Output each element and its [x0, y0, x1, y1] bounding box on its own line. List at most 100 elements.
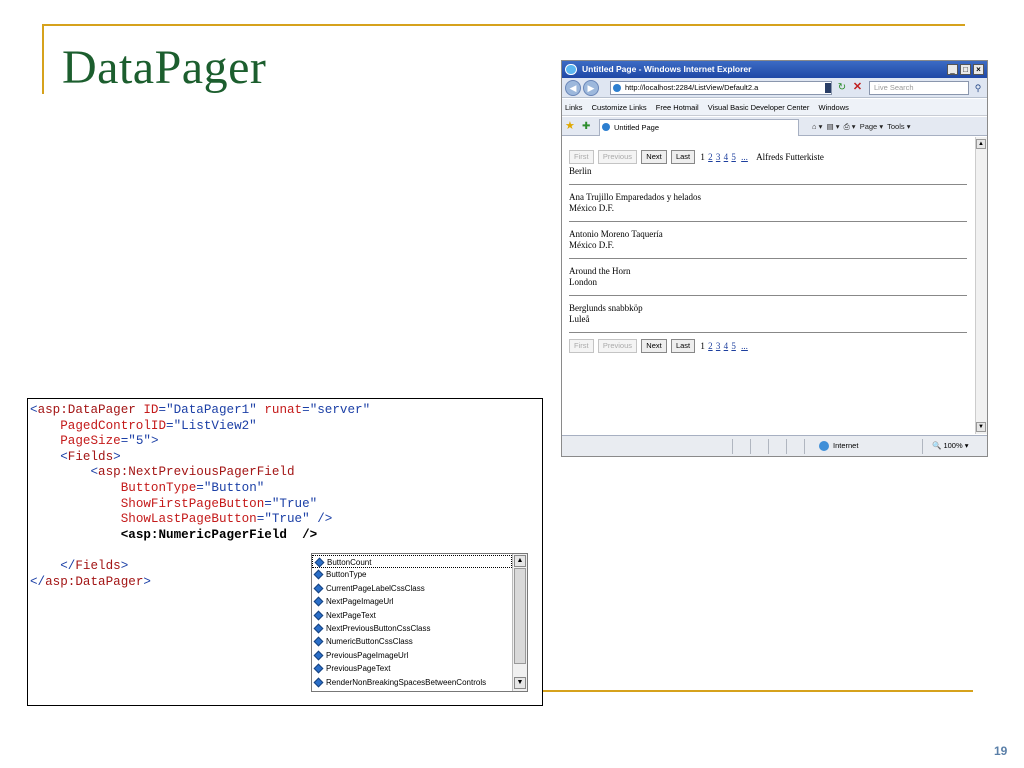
record-city: Berlin	[569, 166, 592, 176]
tab-untitled-page[interactable]: Untitled Page	[599, 119, 799, 136]
links-label: Links	[565, 103, 583, 112]
page-link[interactable]: 2	[708, 152, 713, 162]
address-input[interactable]: http://localhost:2284/ListView/Default2.…	[610, 81, 832, 95]
completion-item[interactable]: NextPageText	[312, 609, 512, 622]
feeds-icon[interactable]: ▤ ▾	[827, 122, 840, 131]
code-line: <asp:DataPager ID="DataPager1" runat="se…	[30, 403, 371, 417]
last-button[interactable]: Last	[670, 150, 696, 164]
stop-icon[interactable]: ✕	[851, 81, 864, 94]
completion-item[interactable]: CurrentPageLabelCssClass	[312, 582, 512, 595]
completion-item[interactable]: NextPageImageUrl	[312, 595, 512, 608]
code-line: <asp:NextPreviousPagerField	[90, 465, 295, 480]
completion-item[interactable]: PreviousPageText	[312, 662, 512, 675]
page-link[interactable]: 2	[708, 341, 713, 351]
property-icon	[313, 569, 324, 580]
back-button[interactable]: ◀	[565, 80, 581, 96]
tools-menu[interactable]: Tools ▾	[887, 122, 910, 131]
link-hotmail[interactable]: Free Hotmail	[656, 103, 699, 112]
scroll-up-icon[interactable]: ▲	[514, 555, 526, 567]
record-separator	[569, 258, 967, 259]
scroll-thumb[interactable]	[514, 568, 526, 664]
record-separator	[569, 332, 967, 333]
search-input[interactable]: Live Search	[869, 81, 969, 95]
link-customize[interactable]: Customize Links	[592, 103, 647, 112]
code-line: <Fields>	[60, 449, 121, 464]
completion-item[interactable]: ButtonType	[312, 568, 512, 581]
record-name: Antonio Moreno Taquería	[569, 229, 663, 239]
top-pager: First Previous Next Last 1 2 3 4 5 ... A…	[569, 150, 824, 164]
page-content: First Previous Next Last 1 2 3 4 5 ... A…	[562, 137, 975, 434]
record-separator	[569, 295, 967, 296]
tab-page-icon	[602, 123, 610, 131]
address-bar-row: ◀ ▶ http://localhost:2284/ListView/Defau…	[562, 78, 987, 98]
page-link[interactable]: 3	[716, 341, 721, 351]
scroll-down-icon[interactable]: ▼	[514, 677, 526, 689]
forward-button[interactable]: ▶	[583, 80, 599, 96]
tab-label: Untitled Page	[614, 123, 660, 132]
page-icon	[613, 84, 621, 92]
first-button[interactable]: First	[569, 150, 594, 164]
property-icon	[314, 557, 325, 568]
search-icon[interactable]: ⚲	[971, 81, 985, 95]
previous-button[interactable]: Previous	[597, 339, 638, 353]
browser-window-title: Untitled Page - Windows Internet Explore…	[582, 64, 752, 74]
page-menu[interactable]: Page ▾	[860, 122, 883, 131]
page-link[interactable]: 4	[724, 152, 729, 162]
link-windows[interactable]: Windows	[818, 103, 848, 112]
slide-number: 19	[994, 744, 1008, 758]
code-line: ShowFirstPageButton="True"	[120, 496, 318, 511]
last-button[interactable]: Last	[670, 339, 696, 353]
next-button[interactable]: Next	[641, 339, 667, 353]
bottom-pager: First Previous Next Last 1 2 3 4 5 ...	[569, 339, 748, 353]
browser-window: Untitled Page - Windows Internet Explore…	[561, 60, 988, 457]
page-link[interactable]: 5	[731, 341, 736, 351]
close-button[interactable]: ×	[973, 64, 984, 75]
globe-icon	[819, 441, 829, 451]
record-city: México D.F.	[569, 203, 615, 213]
page-scrollbar[interactable]: ▲ ▼	[975, 137, 987, 434]
page-link[interactable]: 3	[716, 152, 721, 162]
previous-button[interactable]: Previous	[597, 150, 638, 164]
page-link[interactable]: 5	[731, 152, 736, 162]
home-icon[interactable]: ⌂ ▾	[812, 122, 822, 131]
record-separator	[569, 184, 967, 185]
next-button[interactable]: Next	[641, 150, 667, 164]
property-icon	[313, 663, 324, 674]
address-dropdown-icon[interactable]	[825, 83, 831, 93]
code-line: ShowLastPageButton="True" />	[120, 512, 333, 527]
scroll-down-icon[interactable]: ▼	[976, 422, 986, 432]
completion-item[interactable]: RenderNonBreakingSpacesBetweenControls	[312, 676, 512, 689]
top-accent-rule	[42, 24, 965, 26]
code-line: <asp:NumericPagerField />	[120, 527, 318, 542]
record-name: Ana Trujillo Emparedados y helados	[569, 192, 701, 202]
maximize-button[interactable]: □	[960, 64, 971, 75]
intellisense-scrollbar[interactable]: ▲ ▼	[512, 554, 527, 691]
more-pages-link[interactable]: ...	[741, 152, 748, 162]
completion-item[interactable]: ButtonCount	[312, 555, 512, 569]
code-line: ButtonType="Button"	[120, 480, 265, 495]
first-button[interactable]: First	[569, 339, 594, 353]
link-vb-dev-center[interactable]: Visual Basic Developer Center	[708, 103, 810, 112]
refresh-icon[interactable]: ↻	[836, 82, 848, 94]
browser-title-bar: Untitled Page - Windows Internet Explore…	[562, 61, 987, 78]
record-city: London	[569, 277, 597, 287]
print-icon[interactable]: ⎙ ▾	[844, 122, 856, 131]
completion-item[interactable]: NextPreviousButtonCssClass	[312, 622, 512, 635]
property-icon	[313, 677, 324, 688]
intellisense-list[interactable]: ButtonCount ButtonType CurrentPageLabelC…	[311, 553, 528, 692]
favorites-star-icon[interactable]: ★	[565, 117, 575, 136]
more-pages-link[interactable]: ...	[741, 341, 748, 351]
property-icon	[313, 596, 324, 607]
zoom-level[interactable]: 🔍 100% ▾	[932, 436, 968, 456]
record-separator	[569, 221, 967, 222]
command-bar: ⌂ ▾ ▤ ▾ ⎙ ▾ Page ▾ Tools ▾	[812, 117, 911, 136]
completion-item[interactable]: PreviousPageImageUrl	[312, 649, 512, 662]
completion-item[interactable]: NumericButtonCssClass	[312, 635, 512, 648]
add-favorite-icon[interactable]: ✚	[582, 117, 590, 136]
property-icon	[313, 583, 324, 594]
page-link[interactable]: 4	[724, 341, 729, 351]
scroll-up-icon[interactable]: ▲	[976, 139, 986, 149]
minimize-button[interactable]: _	[947, 64, 958, 75]
property-icon	[313, 623, 324, 634]
status-bar: Internet 🔍 100% ▾	[562, 435, 987, 456]
